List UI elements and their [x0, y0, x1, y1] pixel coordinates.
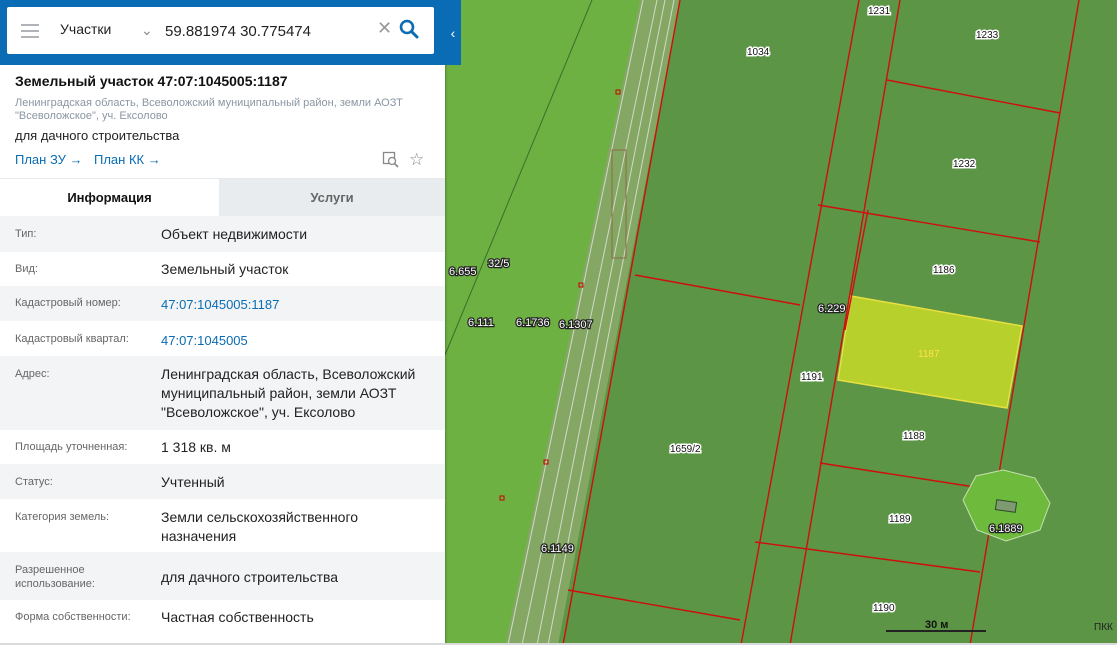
plot-label: 1231 [868, 6, 891, 17]
info-label: Вид: [15, 263, 38, 275]
search-header: Участки ⌄ ✕ ‹ [0, 0, 461, 65]
info-value: Учтенный [161, 474, 225, 490]
scale-bar [886, 630, 986, 632]
plot-label: 1190 [873, 603, 895, 614]
info-label: Форма собственности: [15, 611, 131, 623]
info-panel: Земельный участок 47:07:1045005:1187 Лен… [0, 0, 445, 645]
magnifier-icon[interactable] [399, 19, 419, 44]
info-row-cadastral-number: Кадастровый номер: 47:07:1045005:1187 [0, 286, 445, 321]
plot-label: 1034 [747, 47, 770, 58]
info-label: Категория земель: [15, 511, 110, 523]
parcel-address: Ленинградская область, Всеволожский муни… [15, 97, 403, 122]
info-value: Ленинградская область, Всеволожский муни… [161, 366, 416, 420]
building-footprint [994, 499, 1018, 513]
info-label: Кадастровый номер: [15, 297, 121, 309]
favorite-star-icon[interactable]: ☆ [409, 150, 424, 170]
panel-tabs: Информация Услуги [0, 178, 445, 216]
info-row-land-category: Категория земель: Земли сельскохозяйстве… [0, 499, 445, 552]
info-row-cadastral-block: Кадастровый квартал: 47:07:1045005 [0, 321, 445, 356]
info-value: для дачного строительства [161, 569, 339, 585]
search-input[interactable] [165, 19, 370, 43]
search-box: Участки ⌄ ✕ [7, 7, 434, 54]
plan-zu-link[interactable]: План ЗУ → [15, 152, 83, 167]
zone-label: 6.229 [818, 303, 846, 315]
tab-information[interactable]: Информация [0, 179, 219, 216]
search-category-select[interactable]: Участки [60, 21, 111, 37]
info-value: 1 318 кв. м [161, 439, 231, 455]
info-label: Разрешенное использование: [15, 564, 95, 590]
info-row-ownership: Форма собственности: Частная собственнос… [0, 600, 445, 635]
cadastral-block-link[interactable]: 47:07:1045005 [161, 331, 441, 350]
info-row-area: Площадь уточненная: 1 318 кв. м [0, 430, 445, 464]
tab-services[interactable]: Услуги [219, 179, 445, 216]
zone-label: 6.655 [449, 266, 477, 278]
info-label: Кадастровый квартал: [15, 333, 129, 345]
zoom-to-object-icon[interactable] [382, 151, 400, 174]
plot-label: 1189 [889, 514, 911, 525]
zone-label: 6.1149 [541, 543, 574, 555]
plot-label: 1191 [801, 372, 823, 383]
info-label: Площадь уточненная: [15, 441, 128, 453]
zone-label: 32/5 [488, 258, 509, 270]
plot-label: 1233 [976, 30, 999, 41]
info-label: Тип: [15, 228, 37, 240]
zone-label: 6.1736 [516, 317, 550, 329]
parcel-title: Земельный участок 47:07:1045005:1187 [15, 73, 288, 89]
info-label: Статус: [15, 476, 53, 488]
info-row-status: Статус: Учтенный [0, 464, 445, 499]
info-row-address: Адрес: Ленинградская область, Всеволожск… [0, 356, 445, 430]
parcel-purpose: для дачного строительства [15, 128, 180, 143]
info-row-permitted-use: Разрешенное использование: для дачного с… [0, 552, 445, 600]
info-value: Земельный участок [161, 261, 289, 277]
plot-label-selected: 1187 [918, 349, 940, 360]
plot-label: 1232 [953, 159, 976, 170]
info-value: Частная собственность [161, 609, 314, 625]
chevron-down-icon[interactable]: ⌄ [141, 22, 153, 39]
zone-label: 6.1307 [559, 319, 593, 331]
plot-label: 1188 [903, 431, 925, 442]
plot-label: 1659/2 [670, 444, 701, 455]
close-icon[interactable]: ✕ [377, 18, 392, 39]
info-label: Адрес: [15, 368, 50, 380]
info-value: Земли сельскохозяйственного назначения [161, 509, 359, 544]
collapse-panel-button[interactable]: ‹ [445, 0, 461, 65]
zone-label: 6.1889 [989, 523, 1023, 535]
cadastral-number-link[interactable]: 47:07:1045005:1187 [161, 295, 441, 314]
plot-label: 1186 [933, 265, 955, 276]
info-row-kind: Вид: Земельный участок [0, 252, 445, 286]
info-row-type: Тип: Объект недвижимости [0, 216, 445, 252]
info-value: Объект недвижимости [161, 226, 308, 242]
map-attribution: ПКК [1094, 622, 1113, 633]
zone-label: 6.111 [468, 317, 494, 329]
hamburger-menu-icon[interactable] [21, 24, 39, 38]
plan-kk-link[interactable]: План КК → [94, 152, 161, 167]
